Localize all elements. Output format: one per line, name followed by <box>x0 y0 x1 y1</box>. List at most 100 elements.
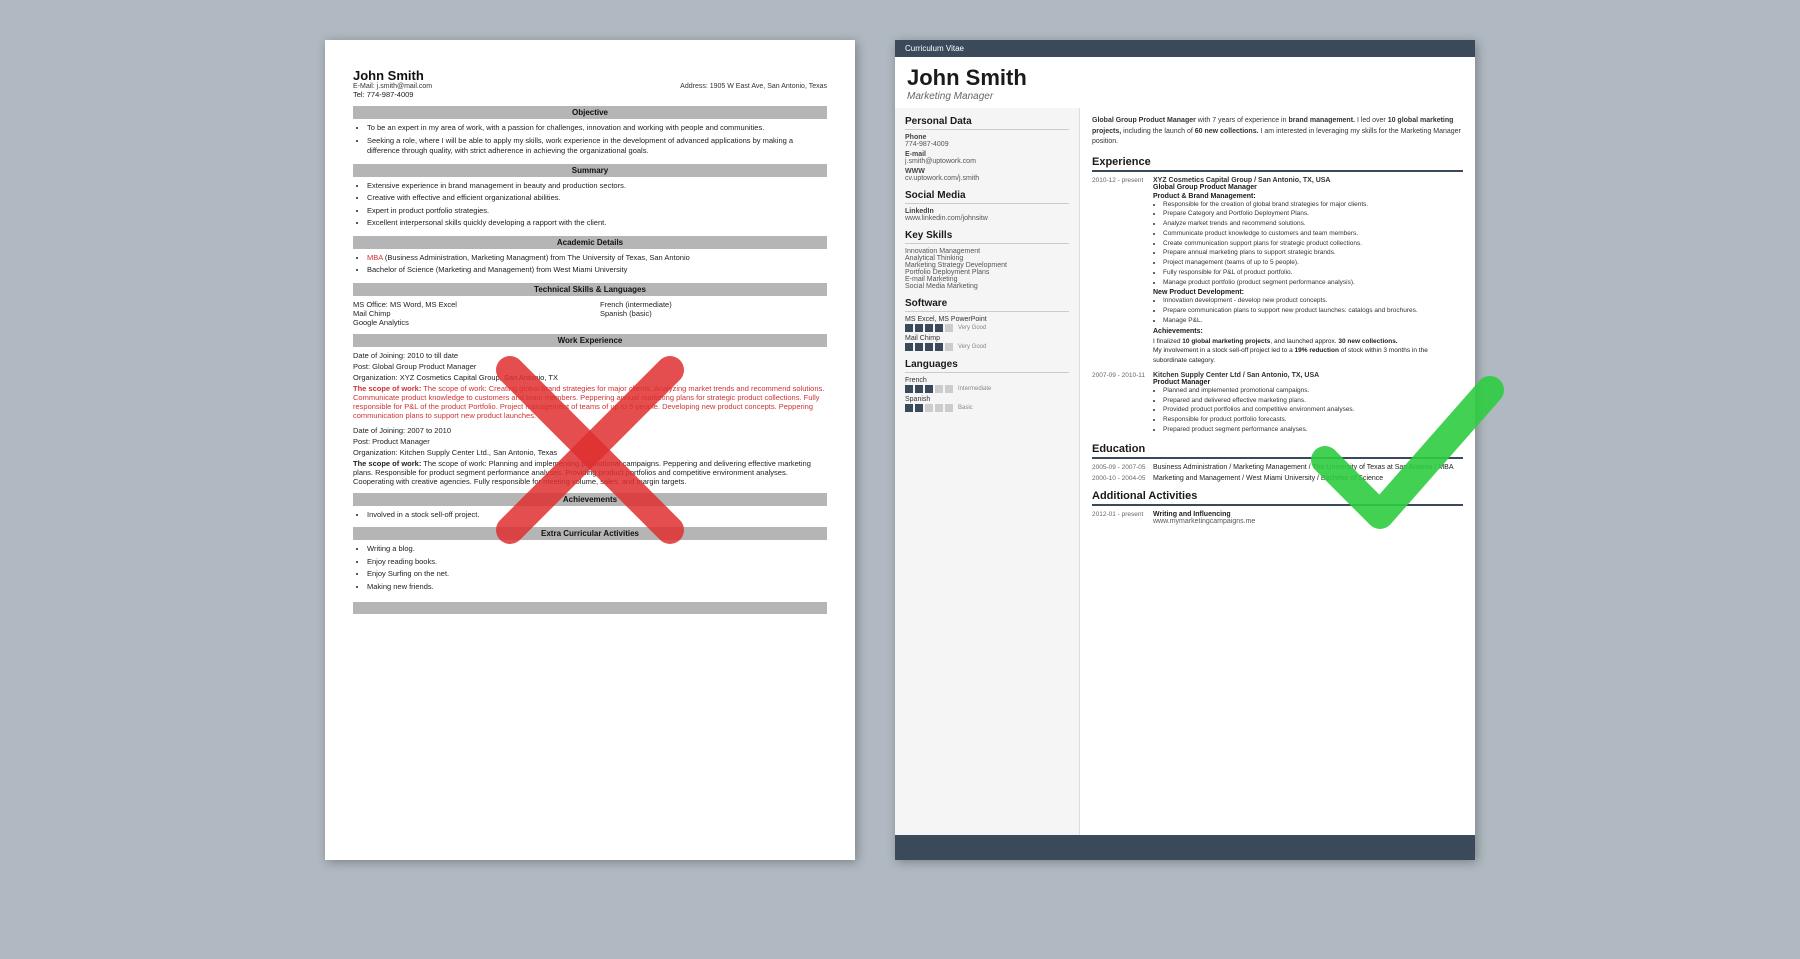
education-title: Education <box>1092 443 1463 459</box>
software-bar-2: Very Good <box>905 343 1069 351</box>
skills-col-left: MS Office: MS Word, MS Excel Mail Chimp … <box>353 300 580 327</box>
objective-header: Objective <box>353 106 827 119</box>
exp-org-2: Kitchen Supply Center Ltd / San Antonio,… <box>1153 372 1463 379</box>
cv-main-content: Global Group Product Manager with 7 year… <box>1080 108 1475 835</box>
ach-text-1: I finalized 10 global marketing projects… <box>1153 337 1463 347</box>
languages-section: Languages French Intermediate <box>905 359 1069 412</box>
cv-job-title: Marketing Manager <box>907 91 1463 102</box>
work-post-1: Post: Global Group Product Manager <box>353 362 827 371</box>
key-skill-5: E-mail Marketing <box>905 276 1069 283</box>
www-value: cv.uptowork.com/j.smith <box>905 175 1069 182</box>
exp-content-1: XYZ Cosmetics Capital Group / San Antoni… <box>1153 177 1463 366</box>
work-post-2: Post: Product Manager <box>353 437 827 446</box>
exp-sub-1: Product & Brand Management: <box>1153 193 1463 200</box>
add-entry-1: 2012-01 - present Writing and Influencin… <box>1092 511 1463 525</box>
summary-bold-1: Global Group Product Manager <box>1092 117 1196 124</box>
email-value: j.smith@uptowork.com <box>905 158 1069 165</box>
ach-text-2: My involvement in a stock sell-off proje… <box>1153 346 1463 366</box>
social-media-title: Social Media <box>905 190 1069 204</box>
language-skill-2: Spanish Basic <box>905 396 1069 412</box>
key-skills-title: Key Skills <box>905 230 1069 244</box>
objective-item-2: Seeking a role, where I will be able to … <box>367 136 827 157</box>
main-container: John Smith E-Mail: j.smith@mail.com Addr… <box>0 0 1800 959</box>
extra-header: Extra Curricular Activities <box>353 527 827 540</box>
exp-sub-2: New Product Development: <box>1153 289 1463 296</box>
add-url-1: www.mymarketingcampaigns.me <box>1153 518 1255 525</box>
work-date-2: Date of Joining: 2007 to 2010 <box>353 426 827 435</box>
experience-title: Experience <box>1092 156 1463 172</box>
exp-sub-3: Achievements: <box>1153 328 1463 335</box>
skill-french: French (intermediate) <box>600 300 827 309</box>
linkedin-value: www.linkedin.com/johnsitw <box>905 215 1069 222</box>
summary-list: Extensive experience in brand management… <box>353 181 827 229</box>
extra-item-3: Enjoy Surfing on the net. <box>367 569 827 580</box>
edu-content-2: Marketing and Management / West Miami Un… <box>1153 475 1463 482</box>
exp-dates-2: 2007-09 - 2010-11 <box>1092 372 1147 435</box>
experience-section: Experience 2010-12 - present XYZ Cosmeti… <box>1092 156 1463 435</box>
edu-dates-1: 2005-09 - 2007-05 <box>1092 464 1147 471</box>
add-dates-1: 2012-01 - present <box>1092 511 1147 525</box>
edu-content-1: Business Administration / Marketing Mana… <box>1153 464 1463 471</box>
add-content-1: Writing and Influencing www.mymarketingc… <box>1153 511 1255 525</box>
phone-value: 774-987-4009 <box>905 141 1069 148</box>
exp-content-2: Kitchen Supply Center Ltd / San Antonio,… <box>1153 372 1463 435</box>
exp-dates-1: 2010-12 - present <box>1092 177 1147 366</box>
skills-table: MS Office: MS Word, MS Excel Mail Chimp … <box>353 300 827 327</box>
cv-sidebar: Personal Data Phone 774-987-4009 E-mail … <box>895 108 1080 835</box>
extra-list: Writing a blog. Enjoy reading books. Enj… <box>353 544 827 592</box>
cv-body: Personal Data Phone 774-987-4009 E-mail … <box>895 108 1475 835</box>
work-scope-2: The scope of work: The scope of work: Pl… <box>353 459 827 486</box>
technical-header: Technical Skills & Languages <box>353 283 827 296</box>
key-skill-3: Marketing Strategy Development <box>905 262 1069 269</box>
add-title-1: Writing and Influencing <box>1153 511 1255 518</box>
software-skill-1: MS Excel, MS PowerPoint Very Good <box>905 316 1069 332</box>
personal-data-section: Personal Data Phone 774-987-4009 E-mail … <box>905 116 1069 182</box>
left-contact: E-Mail: j.smith@mail.com Address: 1905 W… <box>353 83 827 90</box>
exp-entry-2: 2007-09 - 2010-11 Kitchen Supply Center … <box>1092 372 1463 435</box>
skill-google: Google Analytics <box>353 318 580 327</box>
summary-item-2: Creative with effective and efficient or… <box>367 193 827 204</box>
left-email: E-Mail: j.smith@mail.com <box>353 83 432 90</box>
languages-title: Languages <box>905 359 1069 373</box>
key-skill-6: Social Media Marketing <box>905 283 1069 290</box>
left-address: Address: 1905 W East Ave, San Antonio, T… <box>680 83 827 90</box>
additional-section: Additional Activities 2012-01 - present … <box>1092 490 1463 525</box>
key-skill-1: Innovation Management <box>905 248 1069 255</box>
achievements-list: Involved in a stock sell-off project. <box>353 510 827 521</box>
cv-name: John Smith <box>907 65 1463 91</box>
work-org-1: Organization: XYZ Cosmetics Capital Grou… <box>353 373 827 382</box>
exp-bullets-2: Planned and implemented promotional camp… <box>1153 386 1463 435</box>
language-skill-1: French Intermediate <box>905 377 1069 393</box>
work-entry-1: Date of Joining: 2010 to till date Post:… <box>353 351 827 420</box>
language-bar-1: Intermediate <box>905 385 1069 393</box>
objective-list: To be an expert in my area of work, with… <box>353 123 827 157</box>
cv-summary: Global Group Product Manager with 7 year… <box>1092 116 1463 148</box>
key-skill-4: Portfolio Deployment Plans <box>905 269 1069 276</box>
cv-label: Curriculum Vitae <box>905 44 964 53</box>
cv-bottom-bar <box>895 835 1475 860</box>
software-skill-2: Mail Chimp Very Good <box>905 335 1069 351</box>
phone-label: Phone <box>905 134 1069 141</box>
skill-ms-office: MS Office: MS Word, MS Excel <box>353 300 580 309</box>
skill-mailchimp: Mail Chimp <box>353 309 580 318</box>
objective-item-1: To be an expert in my area of work, with… <box>367 123 827 134</box>
social-media-section: Social Media LinkedIn www.linkedin.com/j… <box>905 190 1069 222</box>
left-name: John Smith <box>353 68 827 83</box>
edu-dates-2: 2000-10 - 2004-05 <box>1092 475 1147 482</box>
exp-org-1: XYZ Cosmetics Capital Group / San Antoni… <box>1153 177 1463 184</box>
achievements-header: Achievements <box>353 493 827 506</box>
achievement-item-1: Involved in a stock sell-off project. <box>367 510 827 521</box>
bad-resume: John Smith E-Mail: j.smith@mail.com Addr… <box>325 40 855 860</box>
left-tel: Tel: 774-987-4009 <box>353 90 827 99</box>
software-section: Software MS Excel, MS PowerPoint Very Go… <box>905 298 1069 351</box>
left-bottom-bar <box>353 602 827 614</box>
cv-name-section: John Smith Marketing Manager <box>895 57 1475 108</box>
software-title: Software <box>905 298 1069 312</box>
education-section: Education 2005-09 - 2007-05 Business Adm… <box>1092 443 1463 482</box>
left-name-block: John Smith E-Mail: j.smith@mail.com Addr… <box>353 68 827 99</box>
bad-resume-wrapper: John Smith E-Mail: j.smith@mail.com Addr… <box>325 40 855 860</box>
summary-item-1: Extensive experience in brand management… <box>367 181 827 192</box>
cv-header-bar: Curriculum Vitae <box>895 40 1475 57</box>
extra-item-1: Writing a blog. <box>367 544 827 555</box>
extra-item-2: Enjoy reading books. <box>367 557 827 568</box>
